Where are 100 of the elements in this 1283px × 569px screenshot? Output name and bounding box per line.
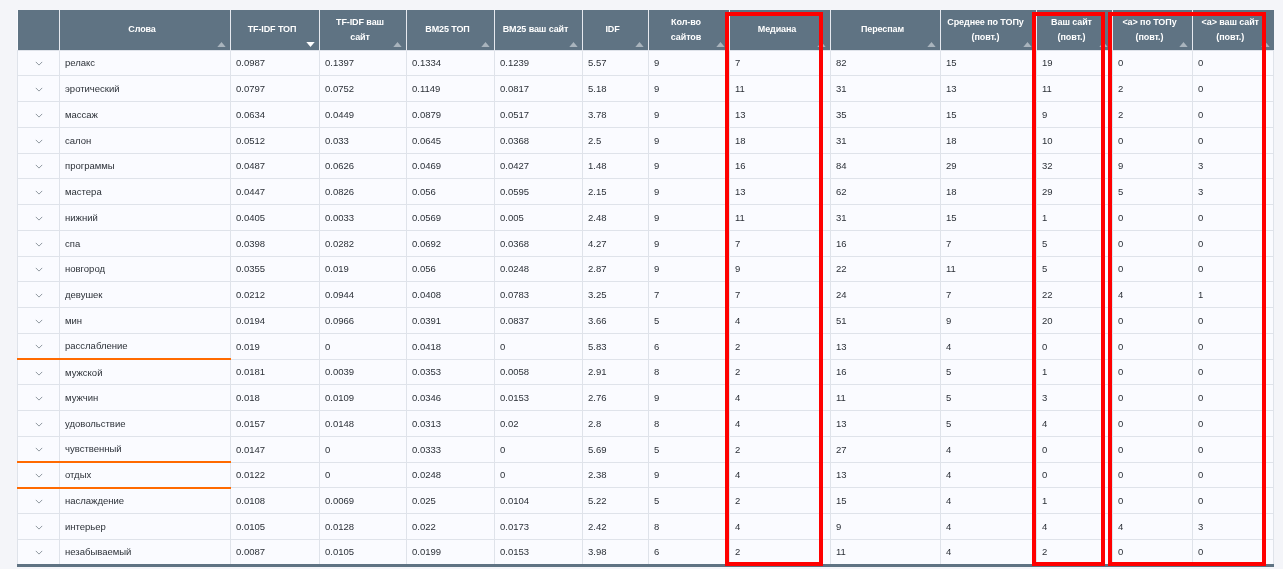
table-cell: 0 <box>1112 333 1193 359</box>
table-cell: 11 <box>1036 75 1113 102</box>
expand-icon[interactable] <box>34 396 43 402</box>
table-cell: 9 <box>648 178 730 205</box>
table-cell: 9 <box>648 75 730 102</box>
table-cell: 2 <box>1112 101 1193 128</box>
table-cell: 5.22 <box>582 487 649 514</box>
table-cell: 0.0109 <box>319 384 407 411</box>
table-cell: 2.38 <box>582 462 649 488</box>
table-cell: 0.0626 <box>319 153 407 179</box>
table-cell: 0.0173 <box>494 513 583 540</box>
table-cell: 9 <box>729 256 831 282</box>
expand-icon[interactable] <box>34 241 43 247</box>
expand-icon[interactable] <box>34 447 43 453</box>
expand-icon[interactable] <box>34 164 43 170</box>
table-cell: 0 <box>1036 333 1113 359</box>
table-cell: 0.0405 <box>230 204 320 231</box>
table-cell: 4 <box>1112 281 1193 308</box>
column-header[interactable]: Слова <box>59 10 231 50</box>
column-header[interactable]: BM25 ТОП <box>406 10 495 50</box>
table-cell: салон <box>59 127 231 153</box>
table-cell: 9 <box>940 307 1037 334</box>
table-cell: 0.0368 <box>494 127 583 153</box>
table-cell: 0 <box>1112 230 1193 256</box>
table-cell: эротический <box>59 75 231 102</box>
column-header[interactable]: <a> по ТОПу (повт.) <box>1112 10 1193 50</box>
table-cell: 0.0333 <box>406 436 495 462</box>
table-cell: 9 <box>648 50 730 76</box>
table-cell: 0 <box>1192 333 1274 359</box>
table-cell: 0 <box>1192 75 1274 102</box>
sort-icon[interactable] <box>1179 41 1188 47</box>
expand-icon[interactable] <box>34 293 43 299</box>
sort-icon[interactable] <box>1023 41 1032 47</box>
table-cell: 31 <box>830 204 941 231</box>
table-cell: 1 <box>1036 204 1113 231</box>
table-cell: 11 <box>729 204 831 231</box>
expand-icon[interactable] <box>34 215 43 221</box>
column-header[interactable]: Переспам <box>830 10 941 50</box>
sort-icon[interactable] <box>716 41 725 47</box>
table-cell: 20 <box>1036 307 1113 334</box>
column-header[interactable]: TF-IDF ТОП <box>230 10 320 50</box>
table-cell: 13 <box>830 410 941 437</box>
table-cell: 0 <box>1192 230 1274 256</box>
expand-icon[interactable] <box>34 421 43 427</box>
column-header[interactable]: Кол-во сайтов <box>648 10 730 50</box>
sort-icon[interactable] <box>306 41 315 47</box>
table-cell: 4 <box>729 307 831 334</box>
expand-icon[interactable] <box>34 61 43 67</box>
table-cell: 0.0313 <box>406 410 495 437</box>
table-cell: 0.0069 <box>319 487 407 514</box>
expand-icon[interactable] <box>34 190 43 196</box>
expand-icon[interactable] <box>34 112 43 118</box>
table-cell: 0.0469 <box>406 153 495 179</box>
sort-icon[interactable] <box>217 41 226 47</box>
table-cell: 7 <box>729 281 831 308</box>
expand-icon[interactable] <box>34 473 43 479</box>
expand-icon[interactable] <box>34 370 43 376</box>
table-cell: 0.0033 <box>319 204 407 231</box>
expand-icon[interactable] <box>34 138 43 144</box>
table-cell: 3.25 <box>582 281 649 308</box>
table-cell: 4 <box>1112 513 1193 540</box>
sort-icon[interactable] <box>635 41 644 47</box>
table-cell: 3.78 <box>582 101 649 128</box>
table-cell: 0.0879 <box>406 101 495 128</box>
column-header[interactable]: Среднее по ТОПу (повт.) <box>940 10 1037 50</box>
table-cell: 13 <box>729 101 831 128</box>
sort-icon[interactable] <box>569 41 578 47</box>
table-cell: 1 <box>1192 281 1274 308</box>
table-cell: 16 <box>830 230 941 256</box>
table-cell: 24 <box>830 281 941 308</box>
column-header[interactable]: IDF <box>582 10 649 50</box>
expand-icon[interactable] <box>34 524 43 530</box>
table-cell: 2 <box>729 436 831 462</box>
sort-icon[interactable] <box>927 41 936 47</box>
column-header[interactable]: TF-IDF ваш сайт <box>319 10 407 50</box>
expand-icon[interactable] <box>34 344 43 350</box>
table-cell: 0.0987 <box>230 50 320 76</box>
table-cell: 0.0181 <box>230 359 320 385</box>
table-cell: 0.019 <box>230 333 320 359</box>
table-cell: 0.033 <box>319 127 407 153</box>
sort-icon[interactable] <box>481 41 490 47</box>
table-cell: 8 <box>648 410 730 437</box>
expand-icon[interactable] <box>34 267 43 273</box>
table-cell: релакс <box>59 50 231 76</box>
expand-icon[interactable] <box>34 87 43 93</box>
table-cell: 0 <box>319 436 407 462</box>
table-cell: интерьер <box>59 513 231 540</box>
table-cell: 5 <box>648 487 730 514</box>
column-header[interactable]: BM25 ваш сайт <box>494 10 583 50</box>
table-cell: 0.025 <box>406 487 495 514</box>
table-cell: 2.87 <box>582 256 649 282</box>
expand-icon[interactable] <box>34 318 43 324</box>
header-label: <a> ваш сайт (повт.) <box>1200 15 1260 44</box>
sort-icon[interactable] <box>393 41 402 47</box>
table-cell: 9 <box>648 230 730 256</box>
header-label: BM25 ваш сайт <box>502 23 569 37</box>
expand-icon[interactable] <box>34 550 43 556</box>
table-cell: 7 <box>940 230 1037 256</box>
table-cell: 0.0783 <box>494 281 583 308</box>
expand-icon[interactable] <box>34 499 43 505</box>
